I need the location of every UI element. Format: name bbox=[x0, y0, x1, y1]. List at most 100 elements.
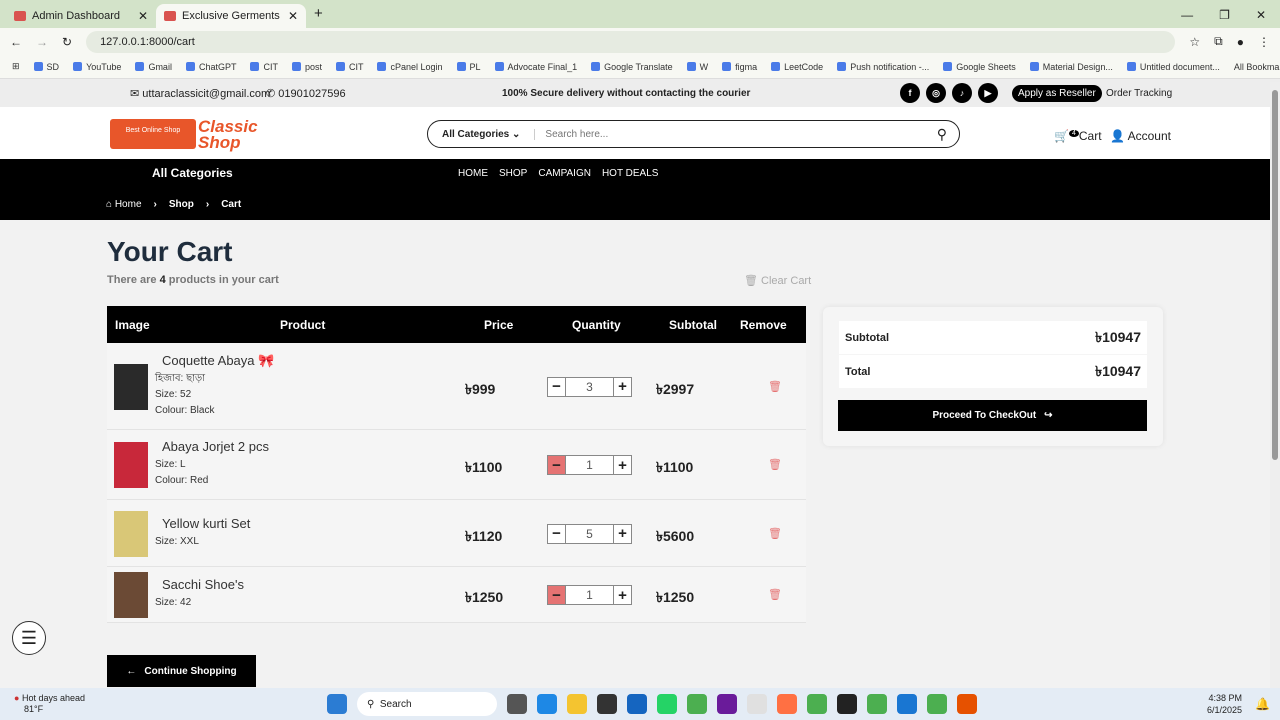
tiktok-icon[interactable]: ♪ bbox=[952, 83, 972, 103]
quantity-input[interactable]: 1 bbox=[566, 456, 613, 474]
bookmark-item[interactable]: figma bbox=[722, 62, 757, 72]
nav-link-hot-deals[interactable]: HOT DEALS bbox=[602, 168, 659, 179]
apps-icon[interactable]: ⊞ bbox=[12, 61, 20, 72]
bookmark-item[interactable]: PL bbox=[457, 62, 481, 72]
email-link[interactable]: ✉ uttaraclassicit@gmail.com bbox=[130, 87, 270, 100]
product-image[interactable] bbox=[114, 572, 148, 618]
remove-item-icon[interactable]: 🗑 bbox=[768, 380, 782, 393]
product-name[interactable]: Sacchi Shoe's bbox=[162, 577, 244, 592]
decrease-qty-button[interactable]: − bbox=[548, 586, 566, 604]
notepad-icon[interactable] bbox=[897, 694, 917, 714]
explorer-icon[interactable] bbox=[567, 694, 587, 714]
product-name[interactable]: Abaya Jorjet 2 pcs bbox=[162, 439, 269, 454]
new-tab-button[interactable]: + bbox=[306, 5, 331, 28]
bookmark-item[interactable]: SD bbox=[34, 62, 60, 72]
product-name[interactable]: Yellow kurti Set bbox=[162, 516, 250, 531]
bookmark-item[interactable]: post bbox=[292, 62, 322, 72]
increase-qty-button[interactable]: + bbox=[613, 377, 631, 396]
bookmark-item[interactable]: Push notification -... bbox=[837, 62, 929, 72]
notification-icon[interactable]: 🔔 bbox=[1255, 697, 1270, 711]
weather-widget[interactable]: ● Hot days ahead 81°F bbox=[14, 693, 85, 715]
forward-icon[interactable]: → bbox=[36, 35, 48, 49]
whatsapp-icon[interactable] bbox=[657, 694, 677, 714]
product-image[interactable] bbox=[114, 510, 148, 557]
start-icon[interactable] bbox=[327, 694, 347, 714]
minimize-button[interactable]: — bbox=[1181, 8, 1193, 22]
bookmark-item[interactable]: Untitled document... bbox=[1127, 62, 1220, 72]
product-image[interactable] bbox=[114, 442, 148, 488]
breadcrumb-shop[interactable]: Shop bbox=[169, 199, 194, 210]
chrome-icon[interactable] bbox=[687, 694, 707, 714]
close-window-button[interactable]: ✕ bbox=[1256, 8, 1266, 22]
tab-admin-dashboard[interactable]: Admin Dashboard ✕ bbox=[6, 4, 156, 28]
github-icon[interactable] bbox=[717, 694, 737, 714]
bookmark-item[interactable]: CIT bbox=[250, 62, 278, 72]
bookmark-item[interactable]: W bbox=[687, 62, 709, 72]
url-input[interactable]: 127.0.0.1:8000/cart bbox=[86, 30, 1176, 53]
restore-button[interactable]: ❐ bbox=[1219, 8, 1230, 22]
bookmark-item[interactable]: cPanel Login bbox=[377, 62, 442, 72]
bookmark-item[interactable]: Gmail bbox=[135, 62, 172, 72]
nav-link-shop[interactable]: SHOP bbox=[499, 168, 527, 179]
menu-fab-icon[interactable]: ☰ bbox=[12, 621, 46, 655]
nav-link-campaign[interactable]: CAMPAIGN bbox=[538, 168, 591, 179]
bookmark-item[interactable]: YouTube bbox=[73, 62, 121, 72]
quantity-input[interactable]: 5 bbox=[566, 525, 613, 543]
profile-icon[interactable]: ● bbox=[1237, 35, 1244, 49]
postman-icon[interactable] bbox=[777, 694, 797, 714]
product-name[interactable]: Coquette Abaya 🎀 bbox=[162, 353, 274, 369]
all-bookmarks-button[interactable]: All Bookmarks bbox=[1234, 62, 1280, 72]
close-tab-icon[interactable]: ✕ bbox=[288, 9, 298, 23]
quantity-input[interactable]: 3 bbox=[566, 378, 613, 396]
decrease-qty-button[interactable]: − bbox=[548, 524, 566, 543]
bookmark-item[interactable]: Google Translate bbox=[591, 62, 673, 72]
bookmark-item[interactable]: Google Sheets bbox=[943, 62, 1016, 72]
chrome-icon[interactable] bbox=[867, 694, 887, 714]
clear-cart-button[interactable]: 🗑 Clear Cart bbox=[744, 274, 811, 287]
star-icon[interactable]: ☆ bbox=[1189, 35, 1200, 49]
logo[interactable]: Best Online Shop Classic Shop bbox=[110, 115, 298, 151]
cart-link[interactable]: 🛒 4 Cart bbox=[1054, 129, 1102, 143]
app-icon[interactable] bbox=[837, 694, 857, 714]
chrome-icon[interactable] bbox=[927, 694, 947, 714]
remove-item-icon[interactable]: 🗑 bbox=[768, 458, 782, 471]
facebook-icon[interactable]: f bbox=[900, 83, 920, 103]
increase-qty-button[interactable]: + bbox=[613, 586, 631, 604]
xampp-icon[interactable] bbox=[957, 694, 977, 714]
chrome-icon[interactable] bbox=[807, 694, 827, 714]
nav-link-home[interactable]: HOME bbox=[458, 168, 488, 179]
decrease-qty-button[interactable]: − bbox=[548, 377, 566, 396]
instagram-icon[interactable]: ◎ bbox=[926, 83, 946, 103]
vscode-icon[interactable] bbox=[627, 694, 647, 714]
all-categories-menu[interactable]: All Categories bbox=[152, 166, 233, 180]
remove-item-icon[interactable]: 🗑 bbox=[768, 527, 782, 540]
youtube-icon[interactable]: ▶ bbox=[978, 83, 998, 103]
edge-icon[interactable] bbox=[537, 694, 557, 714]
increase-qty-button[interactable]: + bbox=[613, 524, 631, 543]
bookmark-item[interactable]: CIT bbox=[336, 62, 364, 72]
bookmark-item[interactable]: LeetCode bbox=[771, 62, 823, 72]
search-icon[interactable]: ⚲ bbox=[925, 126, 959, 143]
taskview-icon[interactable] bbox=[507, 694, 527, 714]
phone-link[interactable]: ✆ 01901027596 bbox=[266, 87, 346, 100]
terminal-icon[interactable] bbox=[597, 694, 617, 714]
account-link[interactable]: 👤 Account bbox=[1110, 129, 1171, 143]
back-icon[interactable]: ← bbox=[10, 35, 22, 49]
reload-icon[interactable]: ↻ bbox=[62, 35, 72, 49]
clock[interactable]: 4:38 PM 6/1/2025 bbox=[1207, 692, 1242, 716]
product-image[interactable] bbox=[114, 363, 148, 410]
remove-item-icon[interactable]: 🗑 bbox=[768, 588, 782, 601]
extensions-icon[interactable]: ⧉ bbox=[1214, 34, 1223, 49]
checkout-button[interactable]: Proceed To CheckOut ↪ bbox=[838, 400, 1147, 431]
increase-qty-button[interactable]: + bbox=[613, 456, 631, 474]
quantity-input[interactable]: 1 bbox=[566, 586, 613, 604]
search-input[interactable] bbox=[535, 128, 925, 140]
taskbar-search[interactable]: ⚲ Search bbox=[357, 692, 497, 716]
tab-exclusive-germents[interactable]: Exclusive Germents ✕ bbox=[156, 4, 306, 28]
breadcrumb-home[interactable]: ⌂ Home bbox=[106, 199, 142, 210]
continue-shopping-button[interactable]: ← Continue Shopping bbox=[107, 655, 256, 687]
close-tab-icon[interactable]: ✕ bbox=[138, 9, 148, 23]
category-select[interactable]: All Categories ⌄ bbox=[428, 128, 536, 140]
apply-reseller-button[interactable]: Apply as Reseller bbox=[1012, 84, 1102, 102]
store-icon[interactable] bbox=[747, 694, 767, 714]
